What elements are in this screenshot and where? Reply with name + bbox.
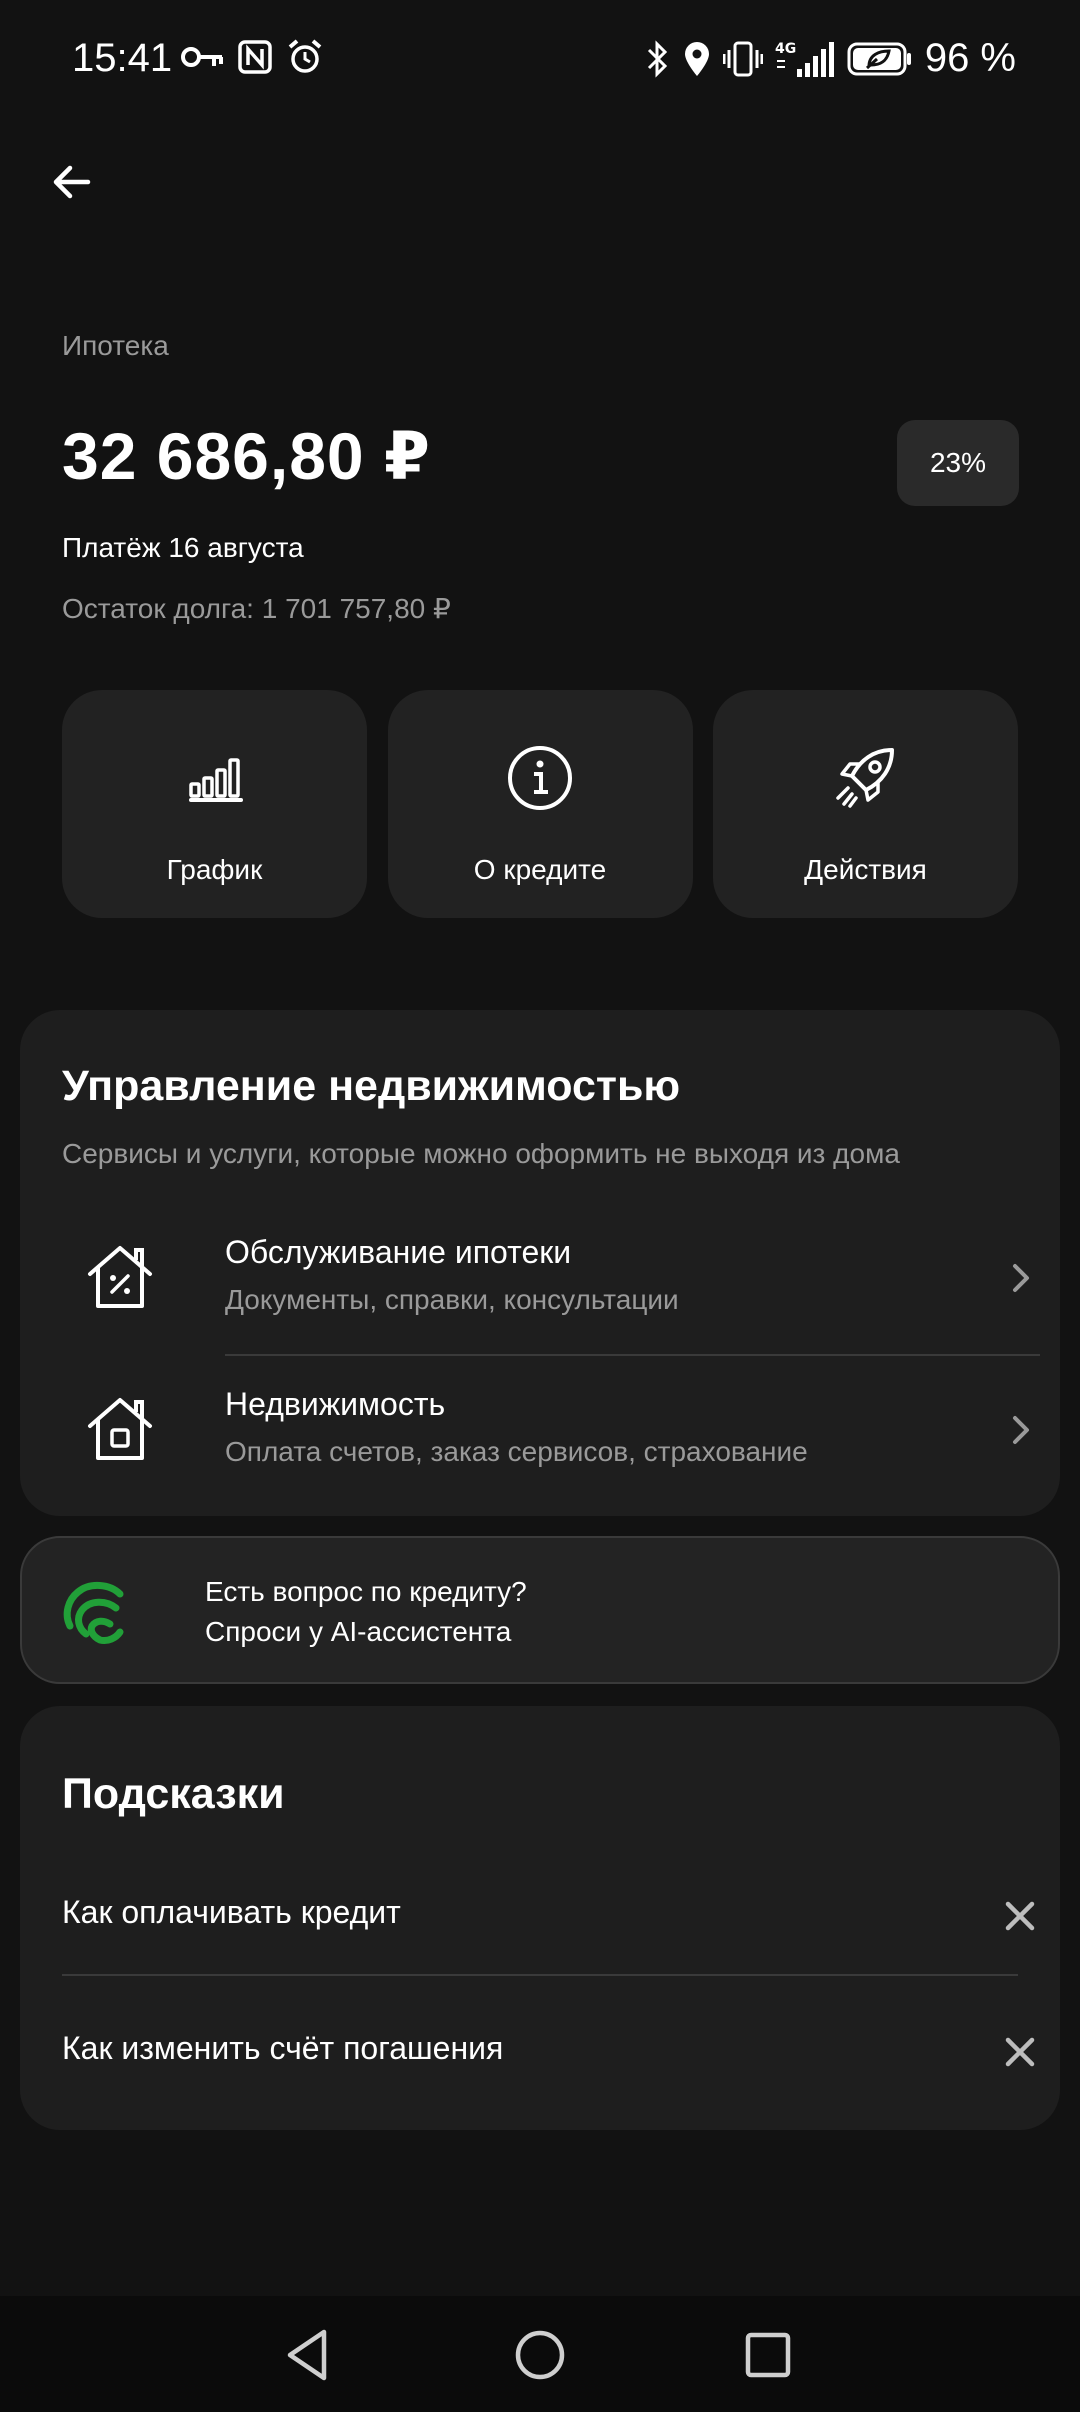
info-icon: [508, 746, 572, 810]
square-recents-icon[interactable]: [733, 2320, 803, 2390]
signal-icon: 4G: [775, 39, 835, 79]
schedule-button[interactable]: График: [62, 690, 367, 918]
tip-item[interactable]: Как изменить счёт погашения: [62, 1992, 1040, 2112]
progress-badge[interactable]: 23%: [897, 420, 1019, 506]
property-card-title: Управление недвижимостью: [62, 1062, 681, 1110]
real-estate-title: Недвижимость: [225, 1386, 446, 1422]
ai-assistant-logo-icon: [63, 1582, 124, 1644]
mortgage-service-subtitle: Документы, справки, консультации: [225, 1284, 679, 1315]
remaining-debt: Остаток долга: 1 701 757,80 ₽: [62, 593, 451, 624]
triangle-back-icon[interactable]: [274, 2320, 344, 2390]
ai-banner-line1: Есть вопрос по кредиту?: [205, 1576, 527, 1607]
chevron-right-icon: [1013, 1416, 1029, 1444]
battery-percent: 96 %: [924, 36, 1016, 80]
loan-amount: 32 686,80 ₽: [62, 419, 431, 493]
back-button[interactable]: [40, 150, 104, 214]
location-icon: [683, 40, 711, 78]
tips-card: Подсказки Как оплачивать кредит Как изме…: [20, 1706, 1060, 2130]
bluetooth-icon: [645, 39, 671, 78]
arrow-left-icon: [53, 165, 91, 199]
battery-icon: [847, 41, 913, 77]
mortgage-service-title: Обслуживание ипотеки: [225, 1234, 572, 1270]
house-percent-icon: [88, 1246, 152, 1308]
property-management-card: Управление недвижимостью Сервисы и услуг…: [20, 1010, 1060, 1516]
real-estate-subtitle: Оплата счетов, заказ сервисов, страхован…: [225, 1436, 808, 1467]
actions-label: Действия: [804, 854, 927, 885]
close-icon[interactable]: [1000, 2032, 1040, 2072]
chevron-right-icon: [1013, 1264, 1029, 1292]
nfc-icon: [238, 40, 272, 74]
schedule-label: График: [166, 854, 263, 885]
about-credit-label: О кредите: [473, 854, 607, 885]
ai-banner-line2: Спроси у AI-ассистента: [205, 1616, 512, 1647]
tip-divider: [62, 1974, 1018, 1976]
property-card-subtitle: Сервисы и услуги, которые можно оформить…: [62, 1138, 900, 1169]
payment-date: Платёж 16 августа: [62, 532, 304, 563]
quick-actions: График О кредите Действия: [62, 690, 1018, 918]
about-credit-button[interactable]: О кредите: [387, 690, 693, 918]
system-nav-bar: [0, 2296, 1080, 2412]
mortgage-service-item[interactable]: Обслуживание ипотеки Документы, справки,…: [62, 1204, 1040, 1356]
status-left-icons: [180, 38, 324, 76]
status-right-icons: 4G 96 %: [645, 36, 1016, 81]
circle-home-icon[interactable]: [505, 2320, 575, 2390]
tip-item[interactable]: Как оплачивать кредит: [62, 1856, 1040, 1976]
loan-type: Ипотека: [62, 330, 169, 361]
key-icon: [180, 42, 224, 72]
rocket-icon: [835, 748, 894, 808]
real-estate-item[interactable]: Недвижимость Оплата счетов, заказ сервис…: [62, 1356, 1040, 1506]
vibrate-icon: [722, 40, 763, 78]
progress-label: 23%: [929, 447, 987, 478]
actions-button[interactable]: Действия: [713, 690, 1018, 918]
network-type: 4G: [775, 41, 796, 57]
status-bar: 15:41 4G 96 %: [0, 0, 1080, 124]
tip-text: Как оплачивать кредит: [62, 1894, 401, 1930]
tip-text: Как изменить счёт погашения: [62, 2030, 504, 2066]
ai-assistant-banner[interactable]: Есть вопрос по кредиту? Спроси у AI-асси…: [20, 1536, 1060, 1684]
status-time: 15:41: [72, 36, 173, 80]
tips-title: Подсказки: [62, 1770, 285, 1818]
chart-icon: [188, 758, 243, 802]
alarm-icon: [286, 38, 324, 76]
close-icon[interactable]: [1000, 1896, 1040, 1936]
house-icon: [88, 1398, 152, 1460]
